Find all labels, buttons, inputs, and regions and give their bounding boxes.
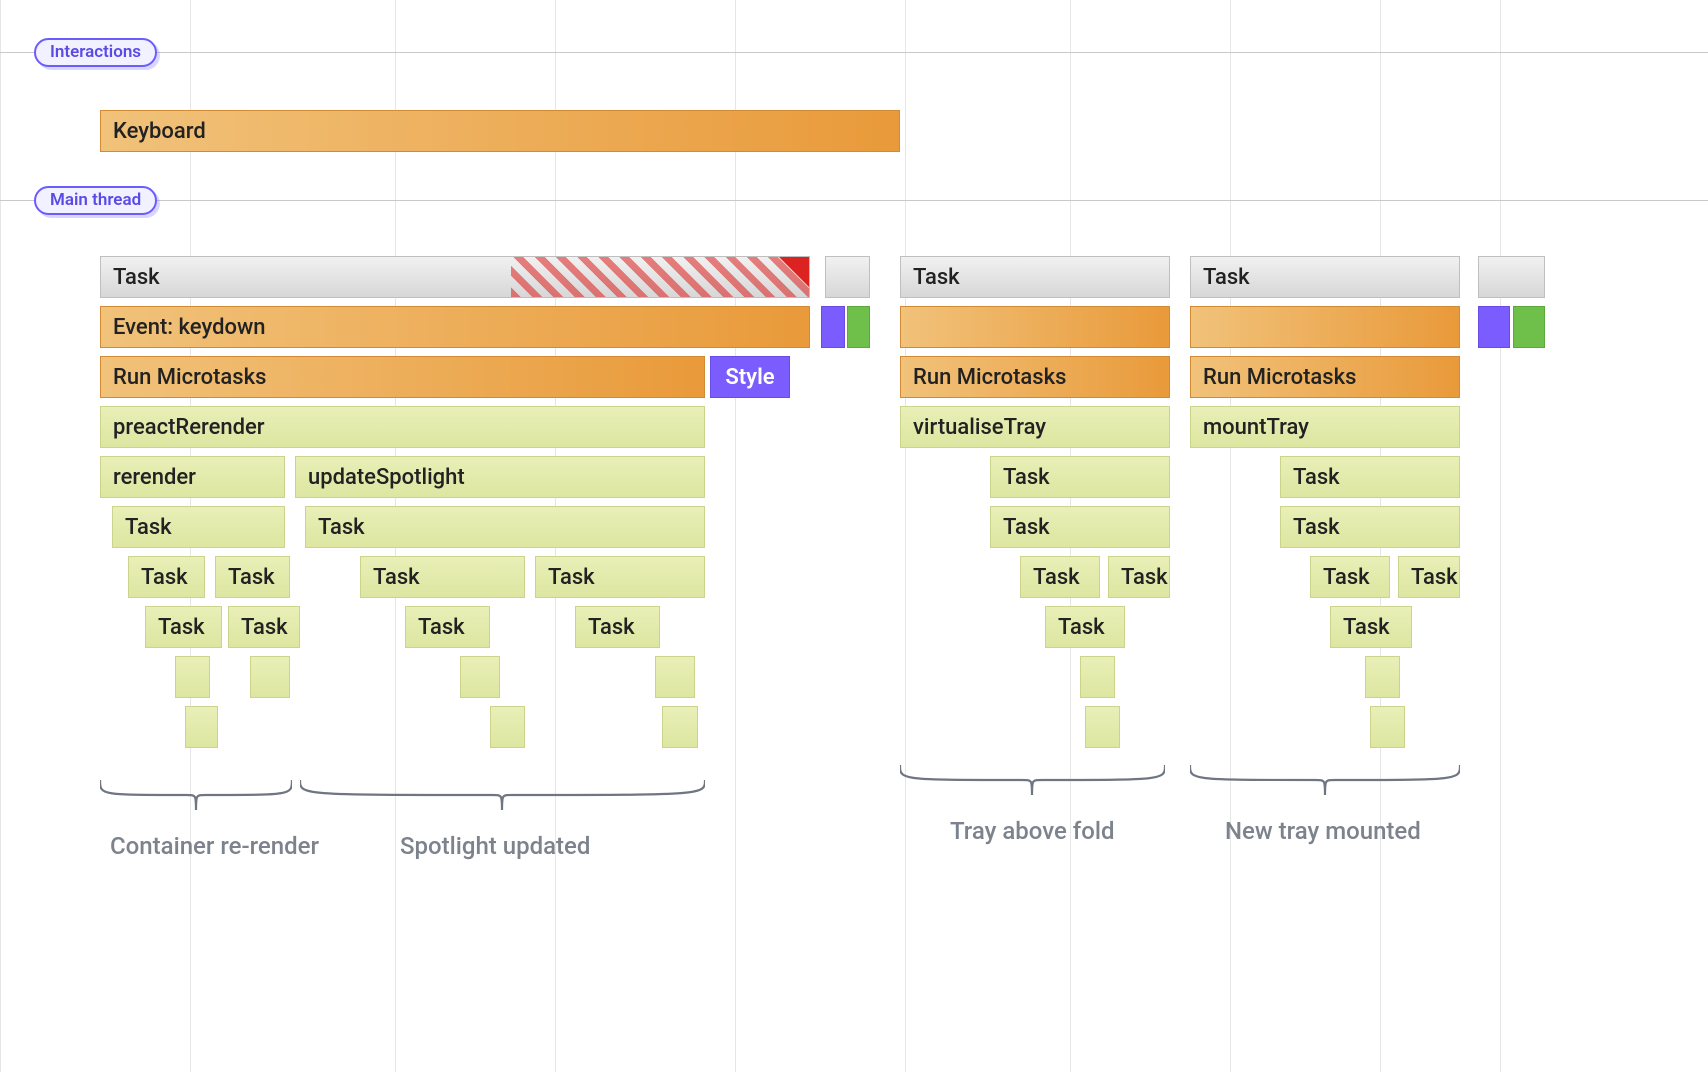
flame-task[interactable]: Task: [1398, 556, 1460, 598]
flame-task[interactable]: Task: [1020, 556, 1100, 598]
flame-task[interactable]: [250, 656, 290, 698]
annotation-spotlight-updated: Spotlight updated: [400, 832, 590, 860]
task-bar[interactable]: Task: [100, 256, 810, 298]
flame-task[interactable]: Task: [1280, 456, 1460, 498]
gridline: [1230, 0, 1231, 1072]
layout-chip[interactable]: [1478, 306, 1510, 348]
flame-task[interactable]: Task: [305, 506, 705, 548]
event-row[interactable]: [900, 306, 1170, 348]
flame-task[interactable]: Task: [1108, 556, 1170, 598]
flame-task[interactable]: Task: [405, 606, 490, 648]
event-keydown[interactable]: Event: keydown: [100, 306, 810, 348]
event-row[interactable]: [1190, 306, 1460, 348]
run-microtasks[interactable]: Run Microtasks: [900, 356, 1170, 398]
fn-mount-tray[interactable]: mountTray: [1190, 406, 1460, 448]
fn-virtualise-tray[interactable]: virtualiseTray: [900, 406, 1170, 448]
paint-chip[interactable]: [1513, 306, 1545, 348]
flame-task[interactable]: Task: [360, 556, 525, 598]
run-microtasks[interactable]: Run Microtasks: [1190, 356, 1460, 398]
flame-task[interactable]: [1085, 706, 1120, 748]
gridline: [735, 0, 736, 1072]
flame-task[interactable]: Task: [1280, 506, 1460, 548]
flame-task[interactable]: Task: [1310, 556, 1390, 598]
brace-icon: [1190, 765, 1460, 805]
flame-task[interactable]: [175, 656, 210, 698]
flame-task[interactable]: Task: [1330, 606, 1412, 648]
flame-task[interactable]: Task: [128, 556, 205, 598]
flame-task[interactable]: [1080, 656, 1115, 698]
interaction-keyboard[interactable]: Keyboard: [100, 110, 900, 152]
flame-task[interactable]: Task: [112, 506, 285, 548]
brace-icon: [300, 780, 705, 820]
layout-chip[interactable]: [821, 306, 845, 348]
paint-chip[interactable]: [847, 306, 870, 348]
section-pill-main-thread[interactable]: Main thread: [34, 186, 157, 215]
flame-task[interactable]: [185, 706, 218, 748]
flame-task[interactable]: [655, 656, 695, 698]
flame-task[interactable]: Task: [990, 506, 1170, 548]
gridline: [905, 0, 906, 1072]
perf-flame-chart: Interactions Keyboard Main thread Task E…: [0, 0, 1708, 1072]
flame-task[interactable]: [490, 706, 525, 748]
section-rule: [0, 200, 1708, 201]
flame-task[interactable]: Task: [215, 556, 290, 598]
fn-rerender[interactable]: rerender: [100, 456, 285, 498]
flame-task[interactable]: Task: [575, 606, 660, 648]
section-pill-interactions[interactable]: Interactions: [34, 38, 157, 67]
task-bar-small[interactable]: [1478, 256, 1545, 298]
fn-update-spotlight[interactable]: updateSpotlight: [295, 456, 705, 498]
flame-task[interactable]: Task: [228, 606, 300, 648]
brace-icon: [100, 780, 292, 820]
flame-task[interactable]: [1365, 656, 1400, 698]
annotation-container-rerender: Container re-render: [110, 832, 319, 860]
run-microtasks[interactable]: Run Microtasks: [100, 356, 705, 398]
flame-task[interactable]: [460, 656, 500, 698]
gridline: [0, 0, 1, 1072]
fn-preact-rerender[interactable]: preactRerender: [100, 406, 705, 448]
task-bar[interactable]: Task: [900, 256, 1170, 298]
task-bar[interactable]: Task: [1190, 256, 1460, 298]
section-rule: [0, 52, 1708, 53]
gridline: [1500, 0, 1501, 1072]
flame-task[interactable]: Task: [535, 556, 705, 598]
brace-icon: [900, 765, 1165, 805]
annotation-tray-above-fold: Tray above fold: [950, 817, 1115, 845]
flame-task[interactable]: Task: [145, 606, 222, 648]
flame-task[interactable]: Task: [1045, 606, 1125, 648]
flame-task[interactable]: [662, 706, 698, 748]
annotation-new-tray-mounted: New tray mounted: [1225, 817, 1421, 845]
task-bar-small[interactable]: [825, 256, 870, 298]
flame-task[interactable]: Task: [990, 456, 1170, 498]
style-recalc[interactable]: Style: [710, 356, 790, 398]
flame-task[interactable]: [1370, 706, 1405, 748]
